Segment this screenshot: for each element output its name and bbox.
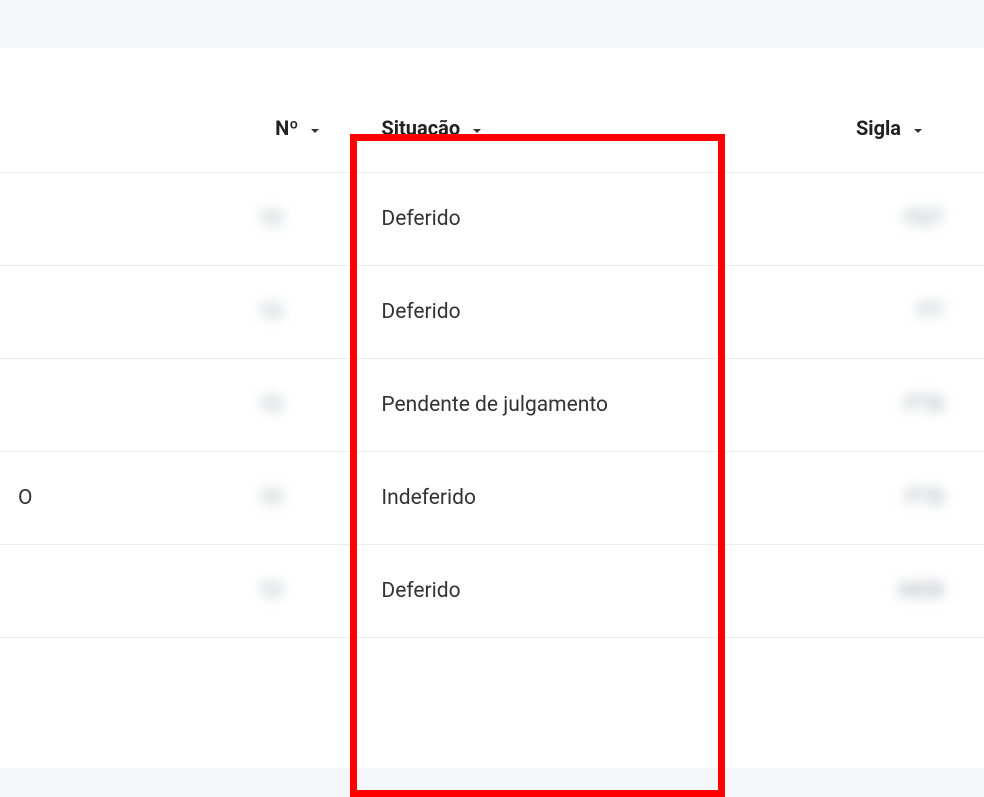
column-header-blank[interactable] (0, 86, 201, 172)
column-header-sigla[interactable]: Sigla (753, 86, 984, 172)
cell-sigla: PT (918, 300, 944, 324)
cell-numero: 10 (258, 579, 282, 603)
table-body: 10 Deferido PDT 10 Deferido PT 10 Penden… (0, 172, 984, 637)
cell-numero: 10 (258, 300, 282, 324)
cell-prefix: O (18, 486, 32, 510)
cell-situacao: Indeferido (381, 486, 476, 510)
table-row: 10 Deferido PT (0, 265, 984, 358)
cell-sigla: PDT (905, 207, 944, 231)
cell-situacao: Deferido (381, 579, 460, 603)
cell-sigla: PTB (905, 486, 944, 510)
cell-situacao: Deferido (381, 207, 460, 231)
cell-situacao: Pendente de julgamento (381, 393, 608, 417)
table-row: O 10 Indeferido PTB (0, 451, 984, 544)
table-card: Nº Situação Sigla (0, 48, 984, 768)
table-row: 10 Deferido PDT (0, 172, 984, 265)
data-table: Nº Situação Sigla (0, 86, 984, 638)
header-numero-label: Nº (275, 116, 298, 140)
cell-sigla: MDB (899, 579, 944, 603)
sort-icon (912, 118, 924, 142)
cell-numero: 10 (258, 207, 282, 231)
header-situacao-label: Situação (381, 116, 460, 140)
cell-numero: 10 (258, 393, 282, 417)
sort-icon (471, 118, 483, 142)
sort-icon (309, 118, 321, 142)
column-header-numero[interactable]: Nº (201, 86, 352, 172)
table-row: 10 Pendente de julgamento PTB (0, 358, 984, 451)
table-row: 10 Deferido MDB (0, 544, 984, 637)
cell-numero: 10 (258, 486, 282, 510)
header-sigla-label: Sigla (856, 116, 901, 140)
cell-sigla: PTB (905, 393, 944, 417)
column-header-situacao[interactable]: Situação (351, 86, 753, 172)
cell-situacao: Deferido (381, 300, 460, 324)
